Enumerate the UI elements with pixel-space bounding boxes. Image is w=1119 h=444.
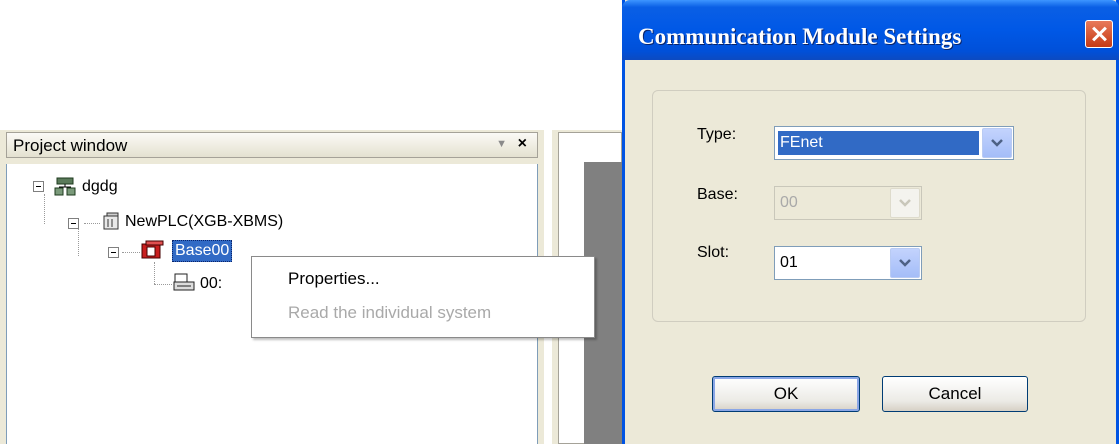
slot-value: 01 — [780, 254, 798, 271]
slot-label: Slot: — [697, 244, 730, 261]
collapse-icon[interactable] — [108, 247, 119, 258]
chevron-down-icon — [890, 188, 920, 218]
menu-item-read-individual-system: Read the individual system — [288, 303, 492, 322]
slot-select[interactable]: 01 — [774, 246, 922, 280]
base-value: 00 — [780, 194, 798, 211]
context-menu: Properties... Read the individual system — [251, 256, 595, 338]
type-select[interactable]: FEnet — [774, 126, 1014, 160]
chevron-down-icon[interactable] — [982, 128, 1012, 158]
dialog-titlebar: Communication Module Settings — [622, 0, 1119, 60]
tree-item-base[interactable]: Base00 — [172, 240, 233, 262]
base-label: Base: — [697, 186, 738, 203]
ok-button[interactable]: OK — [712, 376, 860, 412]
type-value: FEnet — [778, 131, 979, 155]
plc-icon — [103, 212, 119, 230]
tree-connector — [154, 284, 172, 285]
chevron-down-icon[interactable] — [890, 248, 920, 278]
base-select: 00 — [774, 186, 922, 220]
menu-item-properties[interactable]: Properties... — [288, 269, 380, 289]
cancel-button[interactable]: Cancel — [882, 376, 1028, 412]
collapse-icon[interactable] — [33, 181, 44, 192]
project-window-titlebar: Project window ▼ × — [6, 132, 538, 158]
dialog-title: Communication Module Settings — [638, 24, 962, 49]
tree-item-plc[interactable]: NewPLC(XGB-XBMS) — [125, 212, 283, 232]
module-icon — [173, 273, 195, 291]
collapse-icon[interactable] — [68, 218, 79, 229]
type-label: Type: — [697, 126, 737, 143]
tree-connector — [78, 228, 79, 256]
project-icon — [54, 177, 76, 196]
pin-dropdown-icon[interactable]: ▼ — [496, 138, 507, 150]
base-icon — [141, 240, 164, 259]
tree-item-module[interactable]: 00: — [200, 274, 222, 294]
tree-connector — [44, 194, 45, 224]
tree-item-project[interactable]: dgdg — [82, 177, 118, 197]
tree-connector — [84, 223, 100, 224]
dialog-close-icon[interactable] — [1085, 20, 1113, 48]
tree-connector — [122, 252, 140, 253]
project-window-title: Project window — [13, 136, 128, 155]
project-window-close-icon[interactable]: × — [518, 135, 527, 153]
tree-connector — [154, 262, 155, 284]
